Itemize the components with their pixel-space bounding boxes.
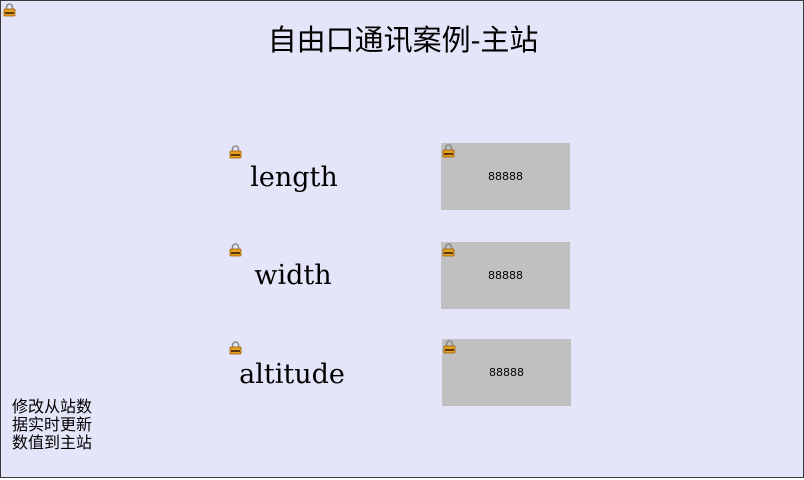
note-line: 据实时更新 <box>12 415 93 434</box>
hmi-screen: 自由口通讯案例-主站 length 88888 width 88888 alti… <box>0 0 804 478</box>
page-title: 自由口通讯案例-主站 <box>267 23 539 57</box>
note-line: 修改从站数 <box>12 397 93 416</box>
padlock-icon <box>229 145 242 159</box>
width-value-display[interactable]: 88888 <box>441 242 570 309</box>
padlock-icon <box>229 243 242 257</box>
altitude-value-display[interactable]: 88888 <box>442 339 571 406</box>
length-value-display[interactable]: 88888 <box>441 143 570 210</box>
padlock-icon <box>229 341 242 355</box>
width-label: width <box>254 260 332 291</box>
padlock-icon <box>442 243 455 257</box>
instruction-note: 修改从站数 据实时更新 数值到主站 <box>12 398 92 452</box>
note-line: 数值到主站 <box>12 433 93 452</box>
altitude-value: 88888 <box>489 366 524 379</box>
length-label: length <box>250 162 338 193</box>
padlock-icon <box>3 3 16 17</box>
width-value: 88888 <box>488 269 523 282</box>
length-value: 88888 <box>488 170 523 183</box>
padlock-icon <box>443 340 456 354</box>
altitude-label: altitude <box>239 359 345 390</box>
padlock-icon <box>442 144 455 158</box>
